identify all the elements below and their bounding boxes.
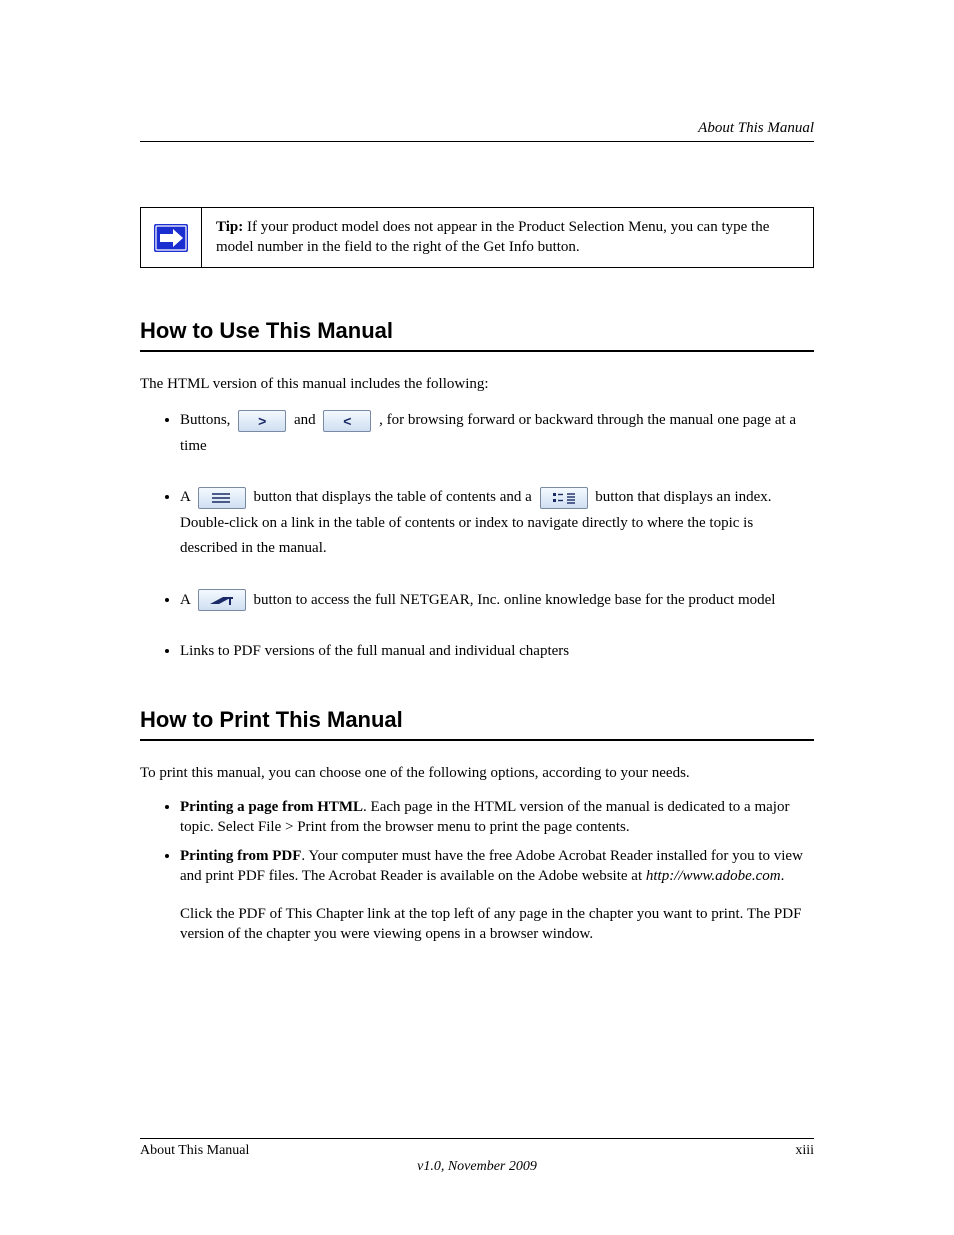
index-icon xyxy=(540,487,588,509)
list-item: A button to access the full NETGEAR, Inc… xyxy=(180,588,814,614)
print-manual-intro: To print this manual, you can choose one… xyxy=(140,763,814,783)
list-item: Buttons, > and < , for browsing forward … xyxy=(180,408,814,459)
text-fragment: button to access the full NETGEAR, Inc. … xyxy=(254,592,776,608)
list-item: Links to PDF versions of the full manual… xyxy=(180,639,814,665)
note-text: Tip: If your product model does not appe… xyxy=(202,208,813,267)
section-title-use-manual: How to Use This Manual xyxy=(140,318,814,352)
page-footer: About This Manual xiii v1.0, November 20… xyxy=(140,1138,814,1175)
running-header: About This Manual xyxy=(140,120,814,142)
prev-page-icon: < xyxy=(323,410,371,432)
print-item-title: Printing from PDF xyxy=(180,848,301,864)
text-fragment: and xyxy=(294,412,319,428)
footer-section-name: About This Manual xyxy=(140,1143,795,1159)
footer-version: v1.0, November 2009 xyxy=(140,1159,814,1175)
section-title-print-manual: How to Print This Manual xyxy=(140,707,814,741)
text-fragment: Buttons, xyxy=(180,412,234,428)
text-fragment: Links to PDF versions of the full manual… xyxy=(180,643,569,659)
print-item-title: Printing a page from HTML xyxy=(180,799,363,815)
note-label: Tip: xyxy=(216,219,243,235)
note-icon-cell xyxy=(141,208,202,267)
arrow-right-icon xyxy=(153,223,189,253)
print-option-list: Printing a page from HTML. Each page in … xyxy=(140,797,814,886)
use-manual-intro: The HTML version of this manual includes… xyxy=(140,374,814,394)
list-item: Printing a page from HTML. Each page in … xyxy=(180,797,814,838)
print-subline: Click the PDF of This Chapter link at th… xyxy=(180,904,814,945)
knowledge-base-icon xyxy=(198,589,246,611)
adobe-link[interactable]: http://www.adobe.com xyxy=(646,868,781,884)
text-fragment: button that displays the table of conten… xyxy=(254,489,536,505)
note-body: If your product model does not appear in… xyxy=(216,219,769,255)
note-box: Tip: If your product model does not appe… xyxy=(140,207,814,268)
icon-feature-list: Buttons, > and < , for browsing forward … xyxy=(140,408,814,665)
print-item-tail: . xyxy=(781,868,785,884)
toc-icon xyxy=(198,487,246,509)
list-item: A button that displays the table of cont… xyxy=(180,485,814,562)
next-page-icon: > xyxy=(238,410,286,432)
list-item: Printing from PDF. Your computer must ha… xyxy=(180,846,814,887)
page-number: xiii xyxy=(795,1143,814,1159)
text-fragment: A xyxy=(180,489,194,505)
text-fragment: A xyxy=(180,592,194,608)
